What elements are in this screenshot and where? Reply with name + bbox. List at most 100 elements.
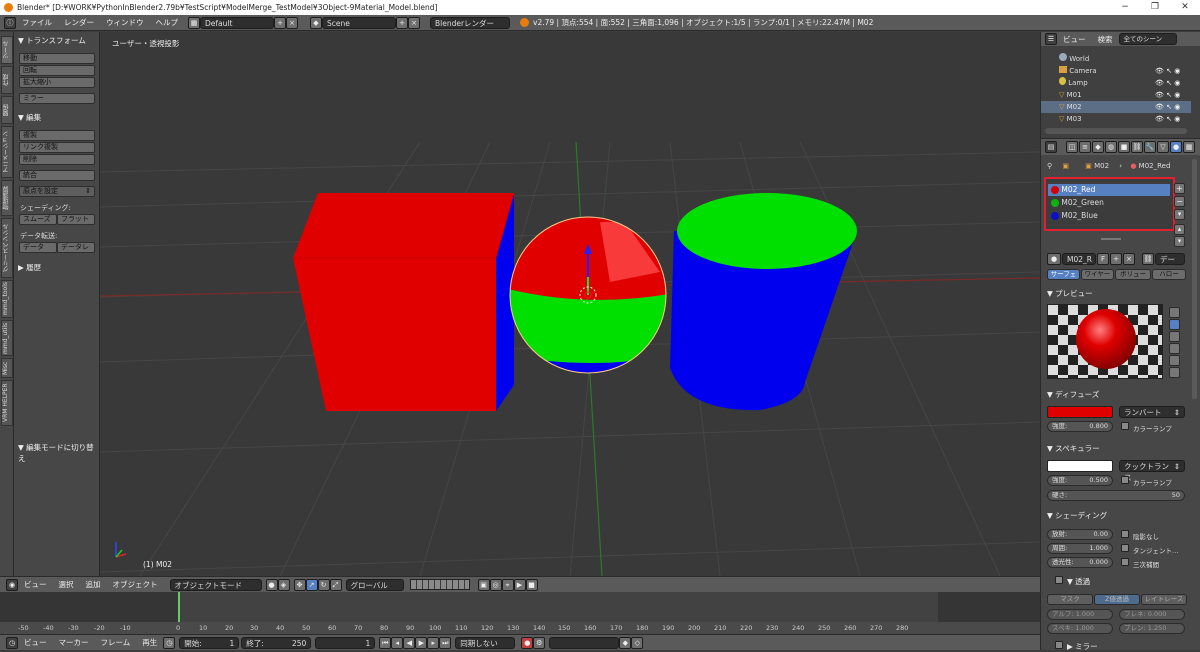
orientation-select[interactable]: グローバル <box>345 578 404 591</box>
specular-ramp-checkbox[interactable] <box>1121 476 1129 484</box>
join-button[interactable]: 統合 <box>19 170 95 181</box>
emit-field[interactable]: 放射: 0.00 <box>1047 529 1113 540</box>
specular-alpha-field[interactable]: スペキ: 1.000 <box>1047 623 1113 634</box>
new-material-icon[interactable]: + <box>1110 253 1122 265</box>
scale-manip-icon[interactable]: ⤢ <box>329 578 342 591</box>
3d-viewport[interactable]: ユーザー・透視投影 (1) M02 <box>100 32 1040 576</box>
next-key-icon[interactable]: ▸ <box>427 636 440 649</box>
editor-type-icon[interactable]: ◷ <box>6 636 18 649</box>
preview-sky-icon[interactable] <box>1169 367 1180 378</box>
menu-view[interactable]: ビュー <box>18 579 53 590</box>
editor-type-icon[interactable]: ⓘ <box>4 16 16 29</box>
diffuse-intensity-field[interactable]: 強度: 0.800 <box>1047 421 1113 432</box>
translate-manip-icon[interactable]: ↗ <box>305 578 318 591</box>
manipulator-icon[interactable]: ✥ <box>293 578 306 591</box>
unlink-material-icon[interactable]: × <box>1123 253 1135 265</box>
data-layout-button[interactable]: データレ <box>57 242 95 253</box>
menu-help[interactable]: ヘルプ <box>150 17 185 28</box>
proportional-edit-icon[interactable]: ◎ <box>489 578 502 591</box>
constraints-tab-icon[interactable]: ⛓ <box>1131 141 1143 153</box>
scale-button[interactable]: 拡大縮小 <box>19 77 95 88</box>
editor-type-icon[interactable]: ☰ <box>1045 33 1057 45</box>
material-slot[interactable]: M02_Green <box>1048 197 1170 209</box>
outliner-scrollbar[interactable] <box>1045 128 1187 134</box>
menu-render[interactable]: レンダー <box>58 17 100 28</box>
remove-slot-button[interactable]: − <box>1174 196 1185 207</box>
camera-render-icon[interactable]: ■ <box>525 578 538 591</box>
tab-grease-pencil[interactable]: グリースペンシル <box>1 218 13 278</box>
preview-panel-header[interactable]: ▼ プレビュー <box>1047 288 1093 299</box>
slot-specials-icon[interactable]: ▾ <box>1174 209 1185 220</box>
translucency-field[interactable]: 透光性: 0.000 <box>1047 557 1113 568</box>
scene-icon[interactable]: ◆ <box>310 16 322 29</box>
play-reverse-icon[interactable]: ◀ <box>403 636 416 649</box>
transform-panel-header[interactable]: ▼ トランスフォーム <box>18 35 86 46</box>
menu-frame[interactable]: フレーム <box>95 637 137 648</box>
tab-surface[interactable]: サーフェ <box>1047 269 1080 280</box>
outliner[interactable]: ☰ ビュー 検索 全てのシーン World Camera Lamp ▽ M01 … <box>1040 32 1200 138</box>
ambient-field[interactable]: 周囲: 1.000 <box>1047 543 1113 554</box>
preview-monkey-icon[interactable] <box>1169 343 1180 354</box>
jump-end-icon[interactable]: ⏭ <box>439 636 452 649</box>
shade-flat-button[interactable]: フラット <box>57 214 95 225</box>
object-tab-icon[interactable]: ■ <box>1118 141 1130 153</box>
menu-view[interactable]: ビュー <box>18 637 53 648</box>
shade-smooth-button[interactable]: スムーズ <box>19 214 57 225</box>
cubic-checkbox[interactable] <box>1121 558 1129 566</box>
set-origin-dropdown[interactable]: 原点を設定 ⇕ <box>19 186 95 197</box>
properties-editor[interactable]: ▤ ◫ ≡ ◆ ◍ ■ ⛓ 🔧 ▽ ● ▦ ⚲ ▣ ▣ M02 › ● M02_… <box>1040 138 1200 651</box>
move-slot-up-icon[interactable]: ▴ <box>1174 224 1185 235</box>
tab-vrm-helper[interactable]: VRM HELPER <box>1 380 13 426</box>
tab-volume[interactable]: ボリュー <box>1115 269 1151 280</box>
tab-animation[interactable]: アニメーション <box>1 126 13 178</box>
preview-hair-icon[interactable] <box>1169 355 1180 366</box>
layout-icon[interactable]: ▦ <box>188 16 200 29</box>
sync-select[interactable]: 同期しない <box>455 636 516 649</box>
blend-field[interactable]: ブレン: 1.250 <box>1119 623 1185 634</box>
tab-wire[interactable]: ワイヤー <box>1081 269 1114 280</box>
specular-intensity-field[interactable]: 強度: 0.500 <box>1047 475 1113 486</box>
layer-buttons[interactable] <box>409 579 470 590</box>
link-type-icon[interactable]: ⛓ <box>1142 253 1154 265</box>
transparency-checkbox[interactable] <box>1055 576 1063 584</box>
shadeless-checkbox[interactable] <box>1121 530 1129 538</box>
rotate-button[interactable]: 回転 <box>19 65 95 76</box>
properties-scrollbar[interactable] <box>1192 159 1197 399</box>
pivot-icon[interactable]: ◈ <box>277 578 290 591</box>
add-slot-button[interactable]: + <box>1174 183 1185 194</box>
menu-select[interactable]: 選択 <box>53 579 80 590</box>
maximize-button[interactable]: ❐ <box>1140 0 1170 15</box>
modifiers-tab-icon[interactable]: 🔧 <box>1144 141 1156 153</box>
jump-start-icon[interactable]: ⏮ <box>379 636 392 649</box>
texture-tab-icon[interactable]: ▦ <box>1183 141 1195 153</box>
keying-set-select[interactable] <box>549 636 620 649</box>
outliner-item-world[interactable]: World <box>1041 53 1191 65</box>
world-tab-icon[interactable]: ◍ <box>1105 141 1117 153</box>
tangent-shading-checkbox[interactable] <box>1121 544 1129 552</box>
scene-add-button[interactable]: + <box>396 16 408 29</box>
menu-search[interactable]: 検索 <box>1092 34 1119 45</box>
menu-add[interactable]: 追加 <box>80 579 107 590</box>
menu-window[interactable]: ウィンドウ <box>100 17 150 28</box>
mode-select[interactable]: オブジェクトモード <box>169 578 262 591</box>
delete-button[interactable]: 削除 <box>19 154 95 165</box>
menu-marker[interactable]: マーカー <box>53 637 95 648</box>
trans-mask-button[interactable]: マスク <box>1047 594 1093 605</box>
diffuse-ramp-checkbox[interactable] <box>1121 422 1129 430</box>
mirror-checkbox[interactable] <box>1055 641 1063 649</box>
layout-select[interactable]: Default <box>200 16 274 29</box>
tab-create[interactable]: 作成 <box>1 66 13 94</box>
hardness-field[interactable]: 硬さ: 50 <box>1047 490 1185 501</box>
tab-misc[interactable]: Misc <box>1 358 13 378</box>
menu-file[interactable]: ファイル <box>16 17 58 28</box>
diffuse-shader-select[interactable]: ランバート ⇕ <box>1119 406 1185 418</box>
shading-mode-icon[interactable]: ● <box>265 578 278 591</box>
menu-view[interactable]: ビュー <box>1057 34 1092 45</box>
minimize-button[interactable]: − <box>1110 0 1140 15</box>
fake-user-button[interactable]: F <box>1097 253 1109 265</box>
menu-playback[interactable]: 再生 <box>136 637 163 648</box>
start-frame-field[interactable]: 開始: 1 <box>179 636 240 649</box>
layout-remove-button[interactable]: × <box>286 16 298 29</box>
close-button[interactable]: ✕ <box>1170 0 1200 15</box>
layout-add-button[interactable]: + <box>274 16 286 29</box>
